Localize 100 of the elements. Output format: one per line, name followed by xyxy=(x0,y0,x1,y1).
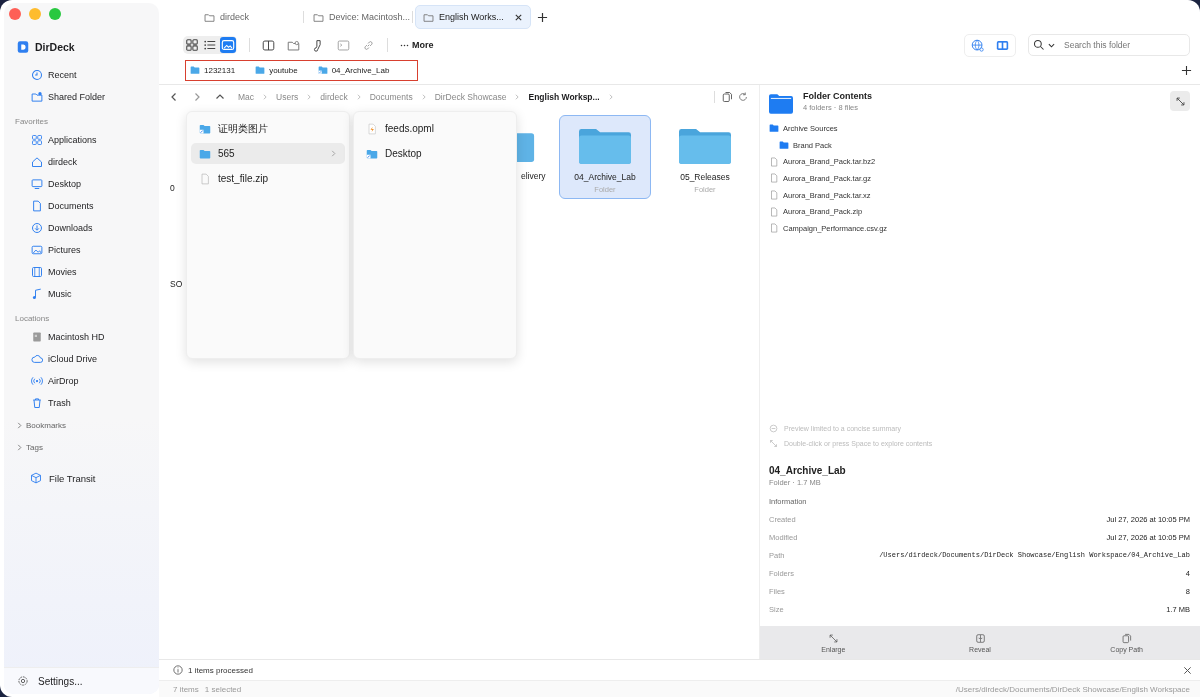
chevron-icon xyxy=(306,94,313,100)
file-name: 0 xyxy=(170,183,175,193)
caret-icon xyxy=(1048,41,1055,49)
file-transit-item[interactable]: File Transit xyxy=(4,458,159,484)
file-icon xyxy=(769,173,779,184)
breadcrumb-item[interactable]: dirdeck xyxy=(320,92,348,102)
sidebar-item[interactable]: Music xyxy=(8,283,155,305)
columns-icon[interactable] xyxy=(996,38,1009,52)
app-name: DirDeck xyxy=(35,41,75,53)
shared-icon xyxy=(31,91,43,103)
grid-view-icon[interactable] xyxy=(184,37,200,53)
file-icon xyxy=(366,122,378,135)
sidebar-item[interactable]: Downloads xyxy=(8,217,155,239)
sidebar-item[interactable]: iCloud Drive xyxy=(8,348,155,370)
folder-icon xyxy=(199,122,211,135)
folder-icon xyxy=(366,147,378,160)
close-icon[interactable] xyxy=(1183,665,1192,675)
sidebar-item[interactable]: AirDrop xyxy=(8,370,155,392)
cloud-icon xyxy=(31,353,43,365)
split-view-icon[interactable] xyxy=(262,38,275,52)
pinned-folder[interactable]: youtube xyxy=(255,65,298,75)
chevron-icon xyxy=(262,94,269,100)
sidebar-group[interactable]: Tags xyxy=(4,436,159,458)
sidebar-item[interactable]: Macintosh HD xyxy=(8,326,155,348)
sidebar-item[interactable]: Documents xyxy=(8,195,155,217)
menu-item[interactable]: feeds.opml xyxy=(358,118,512,139)
breadcrumb-item[interactable]: Documents xyxy=(369,92,413,102)
section-title: Locations xyxy=(14,313,51,325)
clock-icon xyxy=(31,69,43,81)
back-icon[interactable] xyxy=(169,92,179,102)
file-icon xyxy=(769,156,779,167)
sidebar-item[interactable]: Applications xyxy=(8,129,155,151)
pinned-folder[interactable]: 1232131 xyxy=(190,65,236,75)
breadcrumb-item[interactable]: DirDeck Showcase xyxy=(434,92,507,102)
sidebar-item[interactable]: Trash xyxy=(8,392,155,414)
link-icon[interactable] xyxy=(362,38,375,52)
minus-circle-icon xyxy=(769,424,778,433)
cube-icon xyxy=(30,472,42,484)
chevron-icon xyxy=(420,94,427,100)
tab[interactable]: dirdeck xyxy=(197,6,301,28)
folder-icon xyxy=(769,93,793,114)
folder-icon xyxy=(423,11,434,23)
copy-icon xyxy=(1121,632,1133,644)
chevron-icon xyxy=(330,150,337,157)
folder-icon xyxy=(255,65,266,75)
info-icon xyxy=(173,665,183,675)
music-icon xyxy=(31,288,43,300)
folder-icon xyxy=(313,11,324,23)
sidebar-item[interactable]: dirdeck xyxy=(8,151,155,173)
chevron-icon xyxy=(16,443,23,451)
menu-item[interactable]: 565 xyxy=(191,143,345,164)
settings-button[interactable]: Settings... xyxy=(4,667,159,694)
airdrop-icon xyxy=(31,375,43,387)
apps-icon xyxy=(31,134,43,146)
section-title: Favorites xyxy=(14,116,49,128)
breadcrumb-item[interactable]: Mac xyxy=(238,92,255,102)
folder-icon xyxy=(204,11,215,23)
breadcrumb-item[interactable]: Users xyxy=(276,92,299,102)
sidebar-item[interactable]: Recent xyxy=(8,64,155,86)
close-window-button[interactable] xyxy=(9,8,21,20)
search-field[interactable]: Search this folder xyxy=(1028,34,1190,56)
file-icon xyxy=(769,190,779,201)
breadcrumb-item[interactable]: English Worksp... xyxy=(528,92,600,102)
close-icon[interactable] xyxy=(514,12,523,22)
search-icon xyxy=(1033,39,1045,51)
sidebar-item[interactable]: Shared Folder xyxy=(8,86,155,108)
sidebar-item[interactable]: Movies xyxy=(8,261,155,283)
pinned-folder[interactable]: 04_Archive_Lab xyxy=(317,65,390,75)
item-count: 7 items xyxy=(173,684,199,694)
sidebar-item[interactable]: Pictures xyxy=(8,239,155,261)
zoom-window-button[interactable] xyxy=(49,8,61,20)
gallery-view-icon[interactable] xyxy=(220,37,236,53)
menu-item[interactable]: Desktop xyxy=(358,143,512,164)
add-icon[interactable] xyxy=(1181,64,1192,76)
menu-item[interactable]: 证明类图片 xyxy=(191,118,345,139)
folder-icon xyxy=(769,123,779,134)
expand-button[interactable] xyxy=(1170,91,1190,111)
sidebar-item[interactable]: Desktop xyxy=(8,173,155,195)
current-path: /Users/dirdeck/Documents/DirDeck Showcase/English Workspace xyxy=(955,684,1190,694)
movies-icon xyxy=(31,266,43,278)
sidebar-group[interactable]: Bookmarks xyxy=(4,414,159,436)
item-name: 04_Archive_Lab xyxy=(769,465,847,476)
menu-item[interactable]: test_file.zip xyxy=(191,168,345,189)
more-button[interactable]: More xyxy=(400,40,434,50)
tab[interactable]: English Works... xyxy=(415,5,531,29)
folder-icon xyxy=(679,126,731,166)
refresh-icon[interactable] xyxy=(737,91,749,103)
new-folder-icon[interactable] xyxy=(287,38,300,52)
search-input[interactable]: Search this folder xyxy=(1064,40,1174,50)
chevron-icon xyxy=(16,421,23,429)
expand-icon xyxy=(769,439,778,448)
file-icon xyxy=(199,172,211,185)
forward-icon[interactable] xyxy=(192,92,202,102)
globe-icon[interactable] xyxy=(971,38,984,52)
trash-icon xyxy=(31,397,43,409)
new-tab-icon[interactable] xyxy=(537,11,548,23)
copy-icon[interactable] xyxy=(721,91,733,103)
file-name: elivery xyxy=(521,171,547,181)
folder-icon xyxy=(579,126,631,166)
tab[interactable]: Device: Macintosh... xyxy=(306,6,410,28)
